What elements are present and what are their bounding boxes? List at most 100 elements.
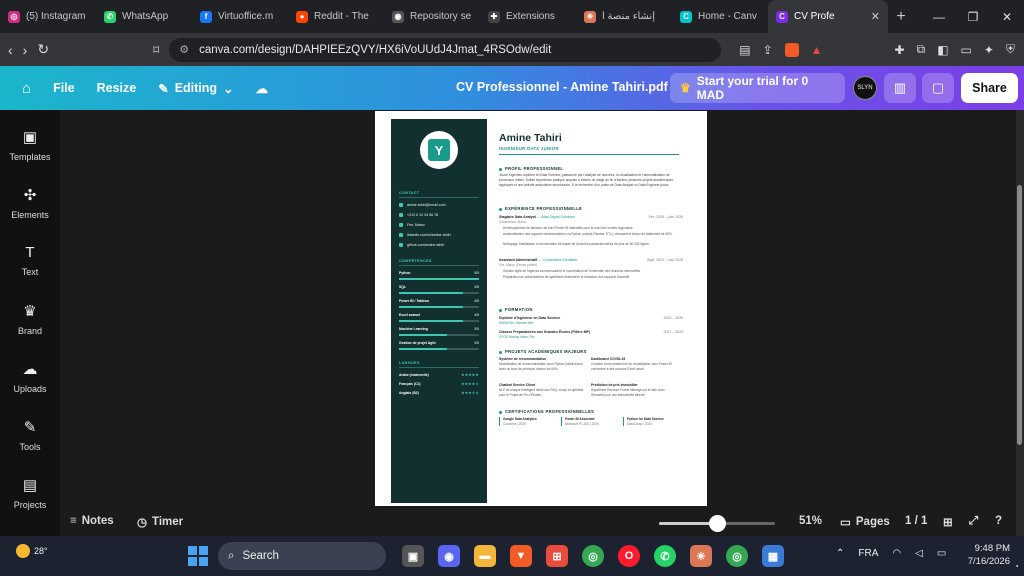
editing-mode-dropdown[interactable]: ✎ Editing ⌄ bbox=[158, 81, 233, 96]
task-view-icon[interactable]: ▣ bbox=[402, 545, 424, 567]
close-window-icon[interactable]: ✕ bbox=[990, 10, 1024, 24]
search-label: Search bbox=[242, 550, 279, 562]
reload-icon[interactable]: ↻ bbox=[37, 41, 49, 58]
browser-tab[interactable]: ✳ إنشاء منصة ا bbox=[576, 0, 672, 33]
browser-tab[interactable]: C Home - Canv bbox=[672, 0, 768, 33]
skill-name: Excel avancé bbox=[399, 313, 421, 317]
notes-button[interactable]: ≡ Notes bbox=[70, 515, 114, 527]
job-role: Stagiaire Data Analyst bbox=[499, 215, 536, 219]
job-location: Fès, Maroc (Temps partiel) bbox=[499, 263, 537, 267]
brave-rewards-icon[interactable]: ▲ bbox=[811, 43, 823, 57]
file-explorer-icon[interactable]: ▬ bbox=[474, 545, 496, 567]
chrome-profile-icon[interactable]: ◎ bbox=[726, 545, 748, 567]
windows-taskbar: 28° ⌕ Search ▣ ◉ ▬ ▼ ⊞ ◎ O ✆ ✳ ◎ ▦ ⌃ FRA… bbox=[0, 536, 1024, 576]
job-role: Assistant Administratif bbox=[499, 258, 538, 262]
extensions-icon[interactable]: ✚ bbox=[895, 43, 905, 57]
cv-sidebar[interactable]: Y CONTACT COMPÉTENCES LANGUES amine.tahi… bbox=[391, 119, 487, 503]
sidebar-item-templates[interactable]: ▣ Templates bbox=[0, 128, 60, 162]
brave-browser-icon[interactable]: ▼ bbox=[510, 545, 532, 567]
insights-button[interactable]: ▥ bbox=[884, 73, 916, 103]
zoom-slider-handle[interactable] bbox=[709, 515, 726, 532]
project-item: Chatbot Service Client NLP de lexique int… bbox=[499, 383, 585, 397]
restore-icon[interactable]: ❐ bbox=[956, 10, 990, 24]
skill-bar bbox=[399, 306, 479, 308]
taskbar-search[interactable]: ⌕ Search bbox=[218, 542, 386, 570]
home-icon[interactable]: ⌂ bbox=[22, 80, 31, 97]
share-button[interactable]: Share bbox=[961, 73, 1018, 103]
wallet-icon[interactable]: ▭ bbox=[961, 43, 972, 57]
education-dates: 2023 – 2026 bbox=[663, 316, 683, 320]
weather-widget[interactable]: 28° bbox=[16, 544, 48, 558]
minimize-icon[interactable]: — bbox=[922, 10, 956, 24]
tab-title: Reddit - The bbox=[314, 11, 369, 22]
sidebar-item-projects[interactable]: ▤ Projects bbox=[0, 476, 60, 510]
scrollbar-thumb[interactable] bbox=[1017, 185, 1022, 445]
cv-page[interactable]: Y CONTACT COMPÉTENCES LANGUES amine.tahi… bbox=[375, 111, 707, 506]
screenshot-icon[interactable]: ⧉ bbox=[917, 42, 926, 57]
browser-tab[interactable]: ✚ Extensions bbox=[480, 0, 576, 33]
skill-item: Python 5/5 bbox=[399, 271, 479, 280]
volume-icon[interactable]: ◁ bbox=[915, 548, 923, 559]
pages-icon: ▭ bbox=[840, 517, 851, 529]
file-menu[interactable]: File bbox=[53, 81, 75, 95]
claude-icon[interactable]: ✳ bbox=[690, 545, 712, 567]
site-info-icon[interactable]: ⚙ bbox=[179, 43, 189, 56]
forward-icon[interactable]: › bbox=[23, 42, 28, 58]
help-icon[interactable]: ? bbox=[995, 515, 1002, 527]
address-bar[interactable]: ⚙ canva.com/design/DAHPIEEzQVY/HX6iVoUUd… bbox=[169, 37, 722, 62]
sidebar-item-tools[interactable]: ✎ Tools bbox=[0, 418, 60, 452]
sidebar-item-uploads[interactable]: ☁ Uploads bbox=[0, 360, 60, 394]
input-language[interactable]: FRA bbox=[858, 548, 878, 559]
start-trial-button[interactable]: ♛ Start your trial for 0 MAD bbox=[670, 73, 845, 103]
vpn-icon[interactable]: ⛨ bbox=[1006, 42, 1015, 57]
battery-icon[interactable]: ▭ bbox=[937, 548, 946, 559]
brave-shields-icon[interactable] bbox=[784, 42, 799, 57]
bookmark-icon[interactable]: ⌑ bbox=[153, 43, 159, 57]
wifi-icon[interactable]: ◠ bbox=[892, 548, 901, 559]
avatar[interactable]: SLYN bbox=[853, 76, 877, 100]
start-button[interactable] bbox=[188, 546, 208, 566]
close-tab-icon[interactable]: ✕ bbox=[871, 10, 880, 23]
grid-view-icon[interactable]: ⊞ bbox=[943, 515, 953, 529]
discord-icon[interactable]: ◉ bbox=[438, 545, 460, 567]
microsoft-store-icon[interactable]: ⊞ bbox=[546, 545, 568, 567]
pages-button[interactable]: ▭ Pages bbox=[840, 515, 890, 529]
browser-tab[interactable]: ✆ WhatsApp bbox=[96, 0, 192, 33]
templates-icon: ▣ bbox=[22, 129, 38, 146]
resize-button[interactable]: Resize bbox=[97, 81, 137, 95]
document-title[interactable]: CV Professionnel - Amine Tahiri.pdf bbox=[456, 80, 668, 94]
chevron-up-icon[interactable]: ⌃ bbox=[836, 548, 844, 559]
app-icon[interactable]: ▦ bbox=[762, 545, 784, 567]
sidebar-item-text[interactable]: T Text bbox=[0, 244, 60, 277]
cloud-sync-icon[interactable]: ☁ bbox=[256, 81, 269, 96]
tab-cv-professionnel[interactable]: C CV Profe ✕ bbox=[768, 0, 888, 33]
browser-tab[interactable]: f Virtuoffice.m bbox=[192, 0, 288, 33]
browser-tab[interactable]: ◎ (5) Instagram bbox=[0, 0, 96, 33]
zoom-slider[interactable] bbox=[659, 515, 775, 532]
notification-icon[interactable]: ◔ bbox=[1014, 562, 1019, 571]
skill-bar bbox=[399, 292, 479, 294]
whatsapp-icon[interactable]: ✆ bbox=[654, 545, 676, 567]
reader-icon[interactable]: ▤ bbox=[739, 43, 750, 57]
back-icon[interactable]: ‹ bbox=[8, 42, 13, 58]
sidebar-item-elements[interactable]: ✣ Elements bbox=[0, 186, 60, 220]
chrome-icon[interactable]: ◎ bbox=[582, 545, 604, 567]
trial-label: Start your trial for 0 MAD bbox=[696, 74, 809, 102]
taskbar-clock[interactable]: 9:48 PM 7/16/2026 bbox=[958, 542, 1010, 569]
sidebar-item-brand[interactable]: ♛ Brand bbox=[0, 302, 60, 336]
skill-bar-fill bbox=[399, 292, 463, 294]
timer-button[interactable]: ◷ Timer bbox=[137, 515, 183, 529]
new-tab-button[interactable]: + bbox=[888, 8, 914, 26]
opera-icon[interactable]: O bbox=[618, 545, 640, 567]
zoom-level[interactable]: 51% bbox=[799, 515, 822, 527]
sidebar-toggle-icon[interactable]: ◧ bbox=[937, 43, 948, 57]
cv-main-column[interactable]: Amine Tahiri INGÉNIEUR DATA JUNIOR PROFI… bbox=[499, 119, 699, 503]
share-page-icon[interactable]: ⇪ bbox=[763, 43, 773, 57]
comments-button[interactable]: ▢ bbox=[922, 73, 954, 103]
skill-item: Power BI / Tableau 4/5 bbox=[399, 299, 479, 308]
job-company: — Coopérative Etudiante bbox=[538, 258, 578, 262]
browser-tab[interactable]: ● Reddit - The bbox=[288, 0, 384, 33]
leo-ai-icon[interactable]: ✦ bbox=[984, 43, 994, 57]
browser-tab[interactable]: ◉ Repository se bbox=[384, 0, 480, 33]
fullscreen-icon[interactable]: ⤢ bbox=[969, 515, 978, 528]
